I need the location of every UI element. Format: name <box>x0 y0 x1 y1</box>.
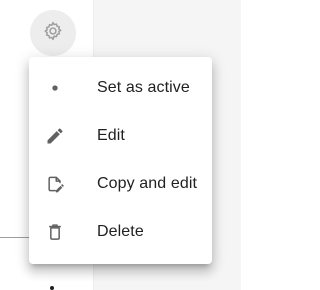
trash-icon <box>43 220 67 244</box>
menu-item-label: Delete <box>97 223 144 240</box>
gear-icon <box>42 20 64 47</box>
context-menu: Set as active Edit Copy and edit Delete <box>29 57 212 264</box>
settings-button[interactable] <box>30 10 76 56</box>
menu-item-edit[interactable]: Edit <box>29 112 212 160</box>
menu-item-delete[interactable]: Delete <box>29 208 212 256</box>
app-canvas: Set as active Edit Copy and edit Delete <box>0 0 241 290</box>
menu-item-label: Set as active <box>97 79 190 96</box>
menu-item-copy-and-edit[interactable]: Copy and edit <box>29 160 212 208</box>
dot-icon <box>43 76 67 100</box>
pencil-icon <box>43 124 67 148</box>
menu-item-label: Copy and edit <box>97 175 198 192</box>
copy-edit-icon <box>43 172 67 196</box>
menu-item-label: Edit <box>97 127 125 144</box>
menu-item-set-as-active[interactable]: Set as active <box>29 64 212 112</box>
list-bullet <box>50 286 54 290</box>
